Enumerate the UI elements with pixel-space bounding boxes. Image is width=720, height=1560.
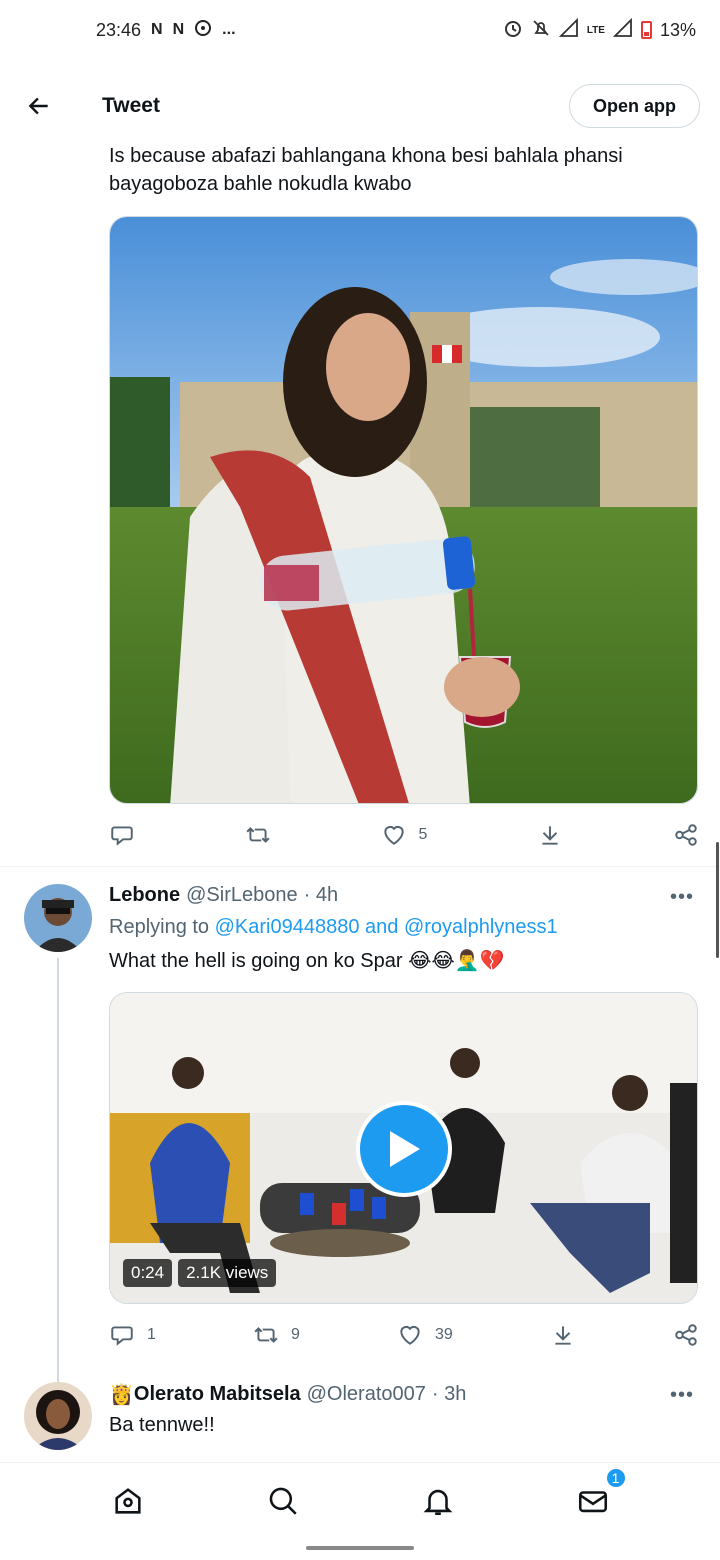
like-count: 39	[435, 1326, 453, 1343]
video-meta: 0:24 2.1K views	[123, 1259, 277, 1287]
share-icon	[675, 1324, 697, 1346]
arrow-left-icon	[28, 97, 48, 115]
nav-search[interactable]	[263, 1481, 303, 1521]
envelope-icon	[578, 1490, 607, 1512]
reply-actions: 1 9 39	[109, 1318, 699, 1352]
play-icon	[390, 1131, 420, 1167]
bell-icon	[423, 1489, 452, 1515]
bottom-navigation: 1	[0, 1462, 720, 1538]
reply-header: Lebone @SirLebone · 4h	[109, 884, 338, 907]
avatar-olerato[interactable]	[24, 1382, 92, 1450]
play-button[interactable]	[356, 1101, 452, 1197]
share-button[interactable]	[673, 822, 699, 848]
retweet-count: 9	[291, 1326, 300, 1343]
video-duration: 0:24	[123, 1259, 173, 1287]
bookmark-button[interactable]	[537, 822, 563, 848]
comment-icon	[111, 1326, 133, 1346]
reply-button[interactable]: 1	[109, 1322, 156, 1348]
reply-text: What the hell is going on ko Spar 😂😂🤦‍♂️…	[109, 950, 505, 972]
replying-to: Replying to @Kari09448880 and @royalphly…	[109, 916, 558, 939]
like-button[interactable]: 39	[397, 1322, 453, 1348]
main-tweet-actions: 5	[109, 818, 699, 852]
video-views: 2.1K views	[178, 1259, 277, 1287]
more-notifications-icon: ...	[222, 21, 236, 38]
notification-n-icon: N	[172, 21, 185, 38]
mute-icon	[531, 18, 551, 43]
reply-count: 1	[147, 1326, 156, 1343]
nav-notifications[interactable]	[418, 1481, 458, 1521]
avatar-lebone[interactable]	[24, 884, 92, 952]
page-title: Tweet	[102, 94, 160, 117]
messages-badge: 1	[604, 1466, 627, 1489]
retweet-button[interactable]	[245, 822, 271, 848]
notification-n-icon: N	[151, 21, 163, 38]
comment-icon	[111, 826, 133, 846]
network-type: LTE	[586, 24, 605, 36]
status-left: 23:46 N N ...	[96, 19, 236, 41]
like-button[interactable]: 5	[381, 822, 428, 848]
reply-text: Ba tennwe!!	[109, 1414, 215, 1436]
post-time: · 3h	[431, 1383, 467, 1405]
author-name[interactable]: Lebone	[109, 884, 180, 907]
status-bar: 23:46 N N ... LTE 13%	[0, 0, 720, 60]
photo-jesus-pouring-wine	[110, 217, 697, 803]
main-tweet-image[interactable]	[109, 216, 698, 804]
nav-messages[interactable]: 1	[573, 1466, 627, 1521]
share-icon	[675, 824, 697, 846]
heart-icon	[383, 825, 404, 845]
messenger-icon	[194, 19, 212, 41]
retweet-icon	[246, 827, 270, 843]
nav-home[interactable]	[108, 1481, 148, 1521]
open-app-button[interactable]: Open app	[568, 84, 700, 128]
scrollbar[interactable]	[716, 842, 719, 958]
post-time: · 4h	[303, 884, 339, 906]
divider	[0, 866, 720, 867]
crown-emoji: 👸	[109, 1384, 134, 1406]
avatar-image	[24, 1382, 92, 1450]
reply-header: 👸 Olerato Mabitsela @Olerato007 · 3h	[109, 1382, 466, 1407]
heart-icon	[400, 1325, 420, 1345]
retweet-button[interactable]: 9	[253, 1322, 300, 1348]
replying-prefix: Replying to	[109, 916, 210, 938]
status-right: LTE 13%	[503, 17, 696, 43]
author-handle[interactable]: @Olerato007	[307, 1383, 426, 1406]
reply-video[interactable]: 0:24 2.1K views	[109, 992, 698, 1304]
alarm-icon	[503, 18, 523, 43]
replying-to-link[interactable]: @Kari09448880 and @royalphlyness1	[215, 916, 558, 938]
battery-icon	[640, 21, 652, 39]
signal-icon	[558, 17, 579, 43]
download-icon	[542, 826, 558, 845]
search-icon	[269, 1487, 297, 1515]
author-handle[interactable]: @SirLebone	[186, 884, 297, 907]
signal-icon-2	[612, 17, 633, 43]
top-bar: Tweet Open app	[0, 72, 720, 140]
gesture-bar[interactable]	[306, 1546, 414, 1550]
more-options-icon[interactable]: •••	[670, 1384, 694, 1407]
share-button[interactable]	[673, 1322, 699, 1348]
back-button[interactable]	[24, 91, 54, 121]
thread-line	[57, 958, 59, 1382]
bookmark-button[interactable]	[550, 1322, 576, 1348]
download-icon	[555, 1326, 571, 1345]
home-icon	[114, 1487, 141, 1514]
avatar-image	[24, 884, 92, 952]
battery-percent: 13%	[659, 19, 696, 40]
status-time: 23:46	[96, 19, 142, 40]
like-count: 5	[418, 826, 428, 843]
main-tweet-text: Is because abafazi bahlangana khona besi…	[109, 145, 623, 195]
retweet-icon	[254, 1327, 278, 1343]
reply-button[interactable]	[109, 822, 135, 848]
more-options-icon[interactable]: •••	[670, 886, 694, 909]
author-name[interactable]: Olerato Mabitsela	[134, 1383, 301, 1406]
